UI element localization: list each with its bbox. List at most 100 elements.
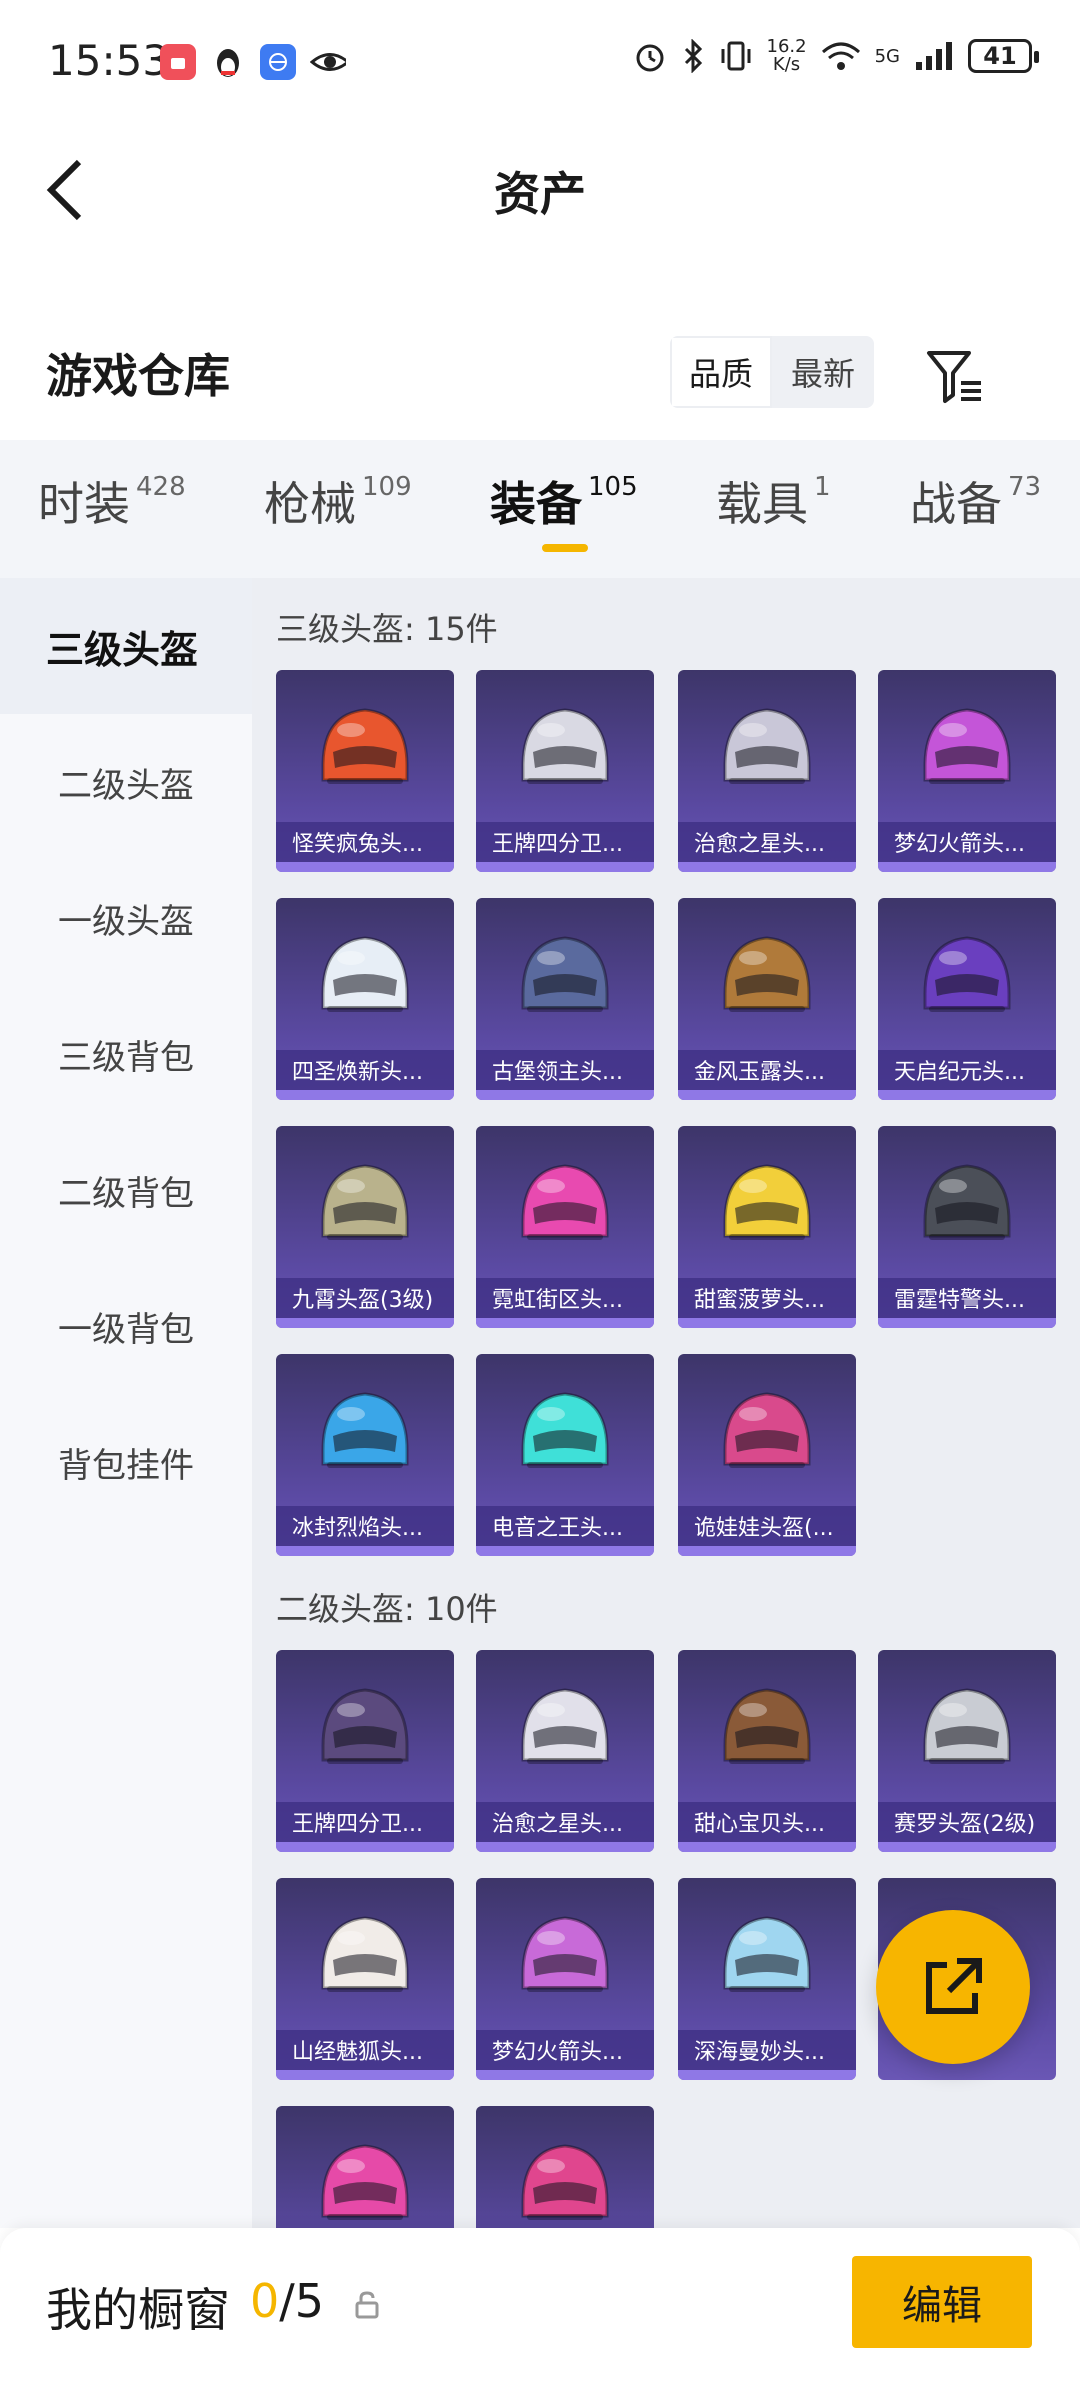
helmet-name: 王牌四分卫... bbox=[276, 1802, 454, 1842]
helmet-image bbox=[276, 2106, 454, 2228]
sort-toggle: 品质 最新 bbox=[670, 336, 874, 408]
rarity-bar bbox=[276, 2070, 454, 2080]
helmet-image bbox=[276, 898, 454, 1060]
helmet-card[interactable]: 梦幻火箭头... bbox=[878, 670, 1056, 872]
helmet-image bbox=[678, 1878, 856, 2040]
helmet-name: 电音之王头... bbox=[476, 1506, 654, 1546]
helmet-image bbox=[678, 1126, 856, 1288]
filter-icon bbox=[927, 351, 981, 403]
vibrate-icon bbox=[721, 41, 751, 71]
helmet-image bbox=[476, 898, 654, 1060]
helmet-image bbox=[276, 1354, 454, 1516]
helmet-image bbox=[476, 670, 654, 832]
shopping-app-icon bbox=[160, 44, 196, 80]
helmet-name: 治愈之星头... bbox=[476, 1802, 654, 1842]
app-root: 15:53 16.2 K/s 5G 41 资产 游戏仓库 品质 最新 时装 42… bbox=[0, 0, 1080, 2382]
helmet-card[interactable] bbox=[476, 2106, 654, 2228]
helmet-name: 甜蜜菠萝头... bbox=[678, 1278, 856, 1318]
tab-label: 时装 bbox=[38, 477, 130, 531]
rarity-bar bbox=[276, 1546, 454, 1556]
tab-count: 428 bbox=[136, 472, 186, 502]
category-tabs: 时装 428 枪械 109 装备 105 载具 1 战备 73 bbox=[0, 440, 1080, 578]
net-speed-unit: K/s bbox=[772, 54, 801, 75]
sidebar-item-level2-helmet[interactable]: 二级头盔 bbox=[0, 714, 252, 850]
helmet-card[interactable]: 天启纪元头... bbox=[878, 898, 1056, 1100]
warehouse-header: 游戏仓库 品质 最新 bbox=[0, 318, 1080, 428]
share-button[interactable] bbox=[876, 1910, 1030, 2064]
helmet-card[interactable]: 四圣焕新头... bbox=[276, 898, 454, 1100]
tab-label: 载具 bbox=[716, 477, 808, 531]
helmet-name: 金风玉露头... bbox=[678, 1050, 856, 1090]
tab-equipment[interactable]: 装备 105 bbox=[490, 468, 638, 548]
helmet-image bbox=[476, 1878, 654, 2040]
showcase-label: 我的橱窗 bbox=[46, 2283, 230, 2337]
sidebar-item-level2-backpack[interactable]: 二级背包 bbox=[0, 1122, 252, 1258]
helmet-card[interactable]: 怪笑疯兔头... bbox=[276, 670, 454, 872]
rarity-bar bbox=[476, 862, 654, 872]
helmet-image bbox=[276, 1878, 454, 2040]
helmet-card[interactable]: 治愈之星头... bbox=[678, 670, 856, 872]
helmet-card[interactable]: 甜心宝贝头... bbox=[678, 1650, 856, 1852]
helmet-name: 怪笑疯兔头... bbox=[276, 822, 454, 862]
sidebar-item-level3-helmet[interactable]: 三级头盔 bbox=[0, 578, 252, 714]
helmet-image bbox=[878, 1126, 1056, 1288]
helmet-card[interactable]: 梦幻火箭头... bbox=[476, 1878, 654, 2080]
helmet-image bbox=[878, 898, 1056, 1060]
notification-icons bbox=[160, 44, 346, 80]
rarity-bar bbox=[476, 1546, 654, 1556]
helmet-card[interactable]: 金风玉露头... bbox=[678, 898, 856, 1100]
helmet-image bbox=[276, 670, 454, 832]
helmet-card[interactable]: 山经魅狐头... bbox=[276, 1878, 454, 2080]
helmet-name: 天启纪元头... bbox=[878, 1050, 1056, 1090]
tab-count: 109 bbox=[362, 472, 412, 502]
wifi-icon bbox=[821, 42, 860, 70]
tab-guns[interactable]: 枪械 109 bbox=[264, 468, 412, 548]
bluetooth-icon bbox=[684, 39, 702, 73]
sidebar-item-backpack-charm[interactable]: 背包挂件 bbox=[0, 1394, 252, 1530]
helmet-name: 赛罗头盔(2级) bbox=[878, 1802, 1056, 1842]
sort-quality-button[interactable]: 品质 bbox=[670, 336, 772, 408]
sidebar-item-level1-backpack[interactable]: 一级背包 bbox=[0, 1258, 252, 1394]
rarity-bar bbox=[276, 862, 454, 872]
sort-latest-button[interactable]: 最新 bbox=[772, 336, 874, 408]
group-title-level3-helmet: 三级头盔: 15件 bbox=[276, 610, 498, 648]
helmet-card[interactable]: 雷霆特警头... bbox=[878, 1126, 1056, 1328]
helmet-card[interactable]: 电音之王头... bbox=[476, 1354, 654, 1556]
rarity-bar bbox=[276, 1842, 454, 1852]
helmet-card[interactable] bbox=[276, 2106, 454, 2228]
helmet-name: 雷霆特警头... bbox=[878, 1278, 1056, 1318]
filter-button[interactable] bbox=[920, 342, 990, 412]
sidebar-item-level3-backpack[interactable]: 三级背包 bbox=[0, 986, 252, 1122]
helmet-card[interactable]: 王牌四分卫... bbox=[476, 670, 654, 872]
subcategory-sidebar: 三级头盔 二级头盔 一级头盔 三级背包 二级背包 一级背包 背包挂件 bbox=[0, 578, 252, 2228]
helmet-image bbox=[476, 1126, 654, 1288]
helmet-card[interactable]: 九霄头盔(3级) bbox=[276, 1126, 454, 1328]
helmet-image bbox=[678, 1354, 856, 1516]
helmet-card[interactable]: 甜蜜菠萝头... bbox=[678, 1126, 856, 1328]
helmet-image bbox=[878, 1650, 1056, 1812]
tab-supplies[interactable]: 战备 73 bbox=[910, 468, 1041, 548]
tab-fashion[interactable]: 时装 428 bbox=[38, 468, 186, 548]
showcase-total: /5 bbox=[279, 2274, 325, 2328]
helmet-card[interactable]: 诡娃娃头盔(... bbox=[678, 1354, 856, 1556]
helmet-card[interactable]: 古堡领主头... bbox=[476, 898, 654, 1100]
helmet-name: 梦幻火箭头... bbox=[476, 2030, 654, 2070]
helmet-card[interactable]: 霓虹街区头... bbox=[476, 1126, 654, 1328]
helmet-image bbox=[678, 898, 856, 1060]
helmet-card[interactable]: 治愈之星头... bbox=[476, 1650, 654, 1852]
tab-vehicles[interactable]: 载具 1 bbox=[716, 468, 831, 548]
page-title: 资产 bbox=[494, 167, 586, 221]
edit-button[interactable]: 编辑 bbox=[852, 2256, 1032, 2348]
status-time: 15:53 bbox=[48, 36, 170, 85]
helmet-card[interactable]: 冰封烈焰头... bbox=[276, 1354, 454, 1556]
helmet-card[interactable]: 赛罗头盔(2级) bbox=[878, 1650, 1056, 1852]
helmet-image bbox=[276, 1126, 454, 1288]
helmet-image bbox=[476, 1650, 654, 1812]
helmet-card[interactable]: 深海曼妙头... bbox=[678, 1878, 856, 2080]
status-right: 16.2 K/s 5G 41 bbox=[633, 38, 1039, 75]
helmet-card[interactable]: 王牌四分卫... bbox=[276, 1650, 454, 1852]
helmet-name: 冰封烈焰头... bbox=[276, 1506, 454, 1546]
rarity-bar bbox=[476, 1842, 654, 1852]
sidebar-item-level1-helmet[interactable]: 一级头盔 bbox=[0, 850, 252, 986]
lock-icon bbox=[355, 2291, 379, 2319]
